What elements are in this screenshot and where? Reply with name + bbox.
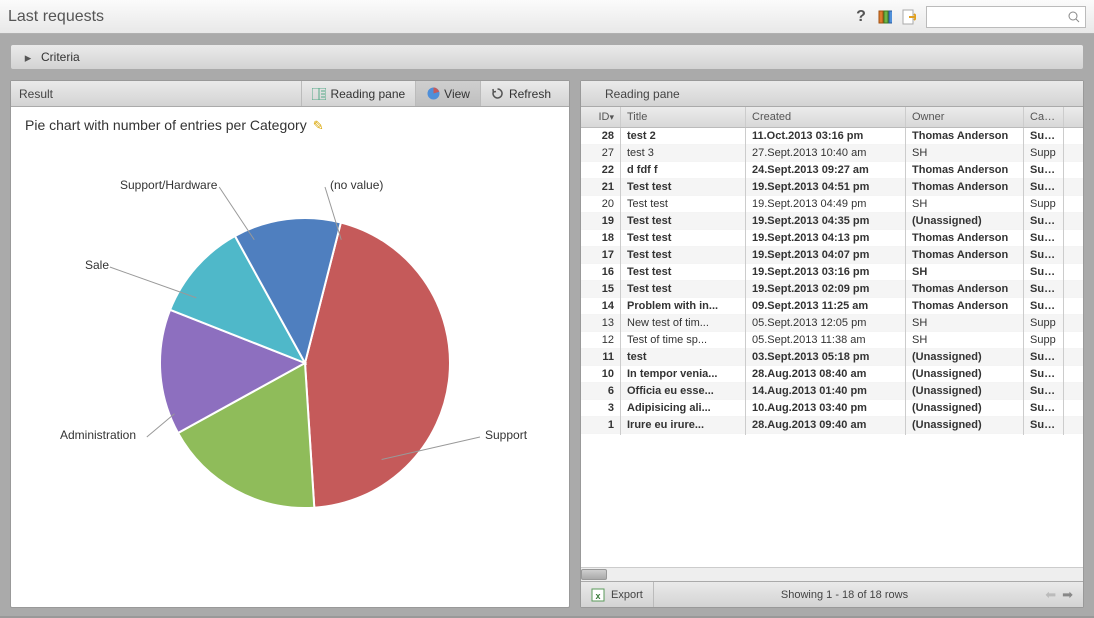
result-pane: Result Reading pane View xyxy=(10,80,570,608)
export-button[interactable]: x Export xyxy=(581,582,654,607)
refresh-button-label: Refresh xyxy=(509,87,551,101)
chart-area: Pie chart with number of entries per Cat… xyxy=(11,107,569,607)
cell-title: Irure eu irure... xyxy=(621,415,746,435)
search-icon xyxy=(1067,10,1081,24)
col-header-category[interactable]: Categ xyxy=(1024,107,1064,127)
chart-title: Pie chart with number of entries per Cat… xyxy=(25,117,307,133)
col-header-owner[interactable]: Owner xyxy=(906,107,1024,127)
reading-pane-header: Reading pane xyxy=(581,81,1083,107)
chart-title-row: Pie chart with number of entries per Cat… xyxy=(25,117,555,133)
export-shortcut-icon[interactable] xyxy=(902,10,916,24)
cell-id: 1 xyxy=(581,415,621,435)
reading-pane: Reading pane ID▾ Title Created Owner Cat… xyxy=(580,80,1084,608)
column-headers: ID▾ Title Created Owner Categ xyxy=(581,107,1083,128)
column-config-icon[interactable] xyxy=(878,10,892,24)
col-header-title[interactable]: Title xyxy=(621,107,746,127)
pie-label: Support xyxy=(485,428,528,442)
edit-title-icon[interactable]: ✎ xyxy=(313,119,324,132)
row-status: Showing 1 - 18 of 18 rows xyxy=(654,589,1035,601)
pie-icon xyxy=(426,87,440,101)
sort-desc-icon: ▾ xyxy=(609,112,614,122)
pie-label: Sale xyxy=(85,258,109,272)
scrollbar-thumb[interactable] xyxy=(581,569,607,580)
titlebar-actions: ? xyxy=(854,6,1086,28)
col-header-id[interactable]: ID▾ xyxy=(581,107,621,127)
reading-pane-icon xyxy=(312,87,326,101)
pie-chart: Support Administration Sale Support/Hardwar… xyxy=(25,133,555,573)
leader-line xyxy=(219,187,254,240)
export-label: Export xyxy=(611,589,643,601)
view-button[interactable]: View xyxy=(415,81,480,106)
search-input[interactable] xyxy=(926,6,1086,28)
criteria-label: Criteria xyxy=(41,50,80,64)
view-button-label: View xyxy=(444,87,470,101)
pie-label: Administration xyxy=(60,428,136,442)
horizontal-scrollbar[interactable] xyxy=(581,567,1083,581)
help-icon[interactable]: ? xyxy=(854,10,868,24)
refresh-icon xyxy=(491,87,505,101)
criteria-toggle[interactable]: ▸ Criteria xyxy=(11,45,90,69)
reading-pane-footer: x Export Showing 1 - 18 of 18 rows ⬅ ➡ xyxy=(581,581,1083,607)
refresh-button[interactable]: Refresh xyxy=(480,81,561,106)
excel-icon: x xyxy=(591,588,605,602)
page-title: Last requests xyxy=(8,8,854,26)
cell-owner: (Unassigned) xyxy=(906,415,1024,435)
pie-label: (no value) xyxy=(330,178,383,192)
prev-page-icon[interactable]: ⬅ xyxy=(1045,588,1056,601)
pie-label: Support/Hardware xyxy=(120,178,218,192)
svg-text:x: x xyxy=(595,591,600,601)
next-page-icon[interactable]: ➡ xyxy=(1062,588,1073,601)
cell-created: 28.Aug.2013 09:40 am xyxy=(746,415,906,435)
table-row[interactable]: 1Irure eu irure...28.Aug.2013 09:40 am(U… xyxy=(581,417,1083,434)
expand-right-icon: ▸ xyxy=(21,50,35,64)
reading-pane-button-label: Reading pane xyxy=(330,87,405,101)
criteria-bar: ▸ Criteria xyxy=(10,44,1084,70)
col-header-id-label: ID xyxy=(598,111,609,123)
page-nav: ⬅ ➡ xyxy=(1035,588,1083,601)
result-label: Result xyxy=(19,87,301,101)
title-bar: Last requests ? xyxy=(0,0,1094,34)
result-pane-header: Result Reading pane View xyxy=(11,81,569,107)
reading-pane-button[interactable]: Reading pane xyxy=(301,81,415,106)
leader-line xyxy=(147,414,175,437)
cell-category: Supp xyxy=(1024,415,1064,435)
col-header-created[interactable]: Created xyxy=(746,107,906,127)
reading-pane-title: Reading pane xyxy=(589,87,1075,101)
app-root: { "titlebar": { "title": "Last requests"… xyxy=(0,0,1094,616)
rows-container: 28test 211.Oct.2013 03:16 pmThomas Ander… xyxy=(581,128,1083,567)
pie-svg: Support Administration Sale Support/Hardwar… xyxy=(25,133,555,563)
panes-container: Result Reading pane View xyxy=(0,80,1094,618)
